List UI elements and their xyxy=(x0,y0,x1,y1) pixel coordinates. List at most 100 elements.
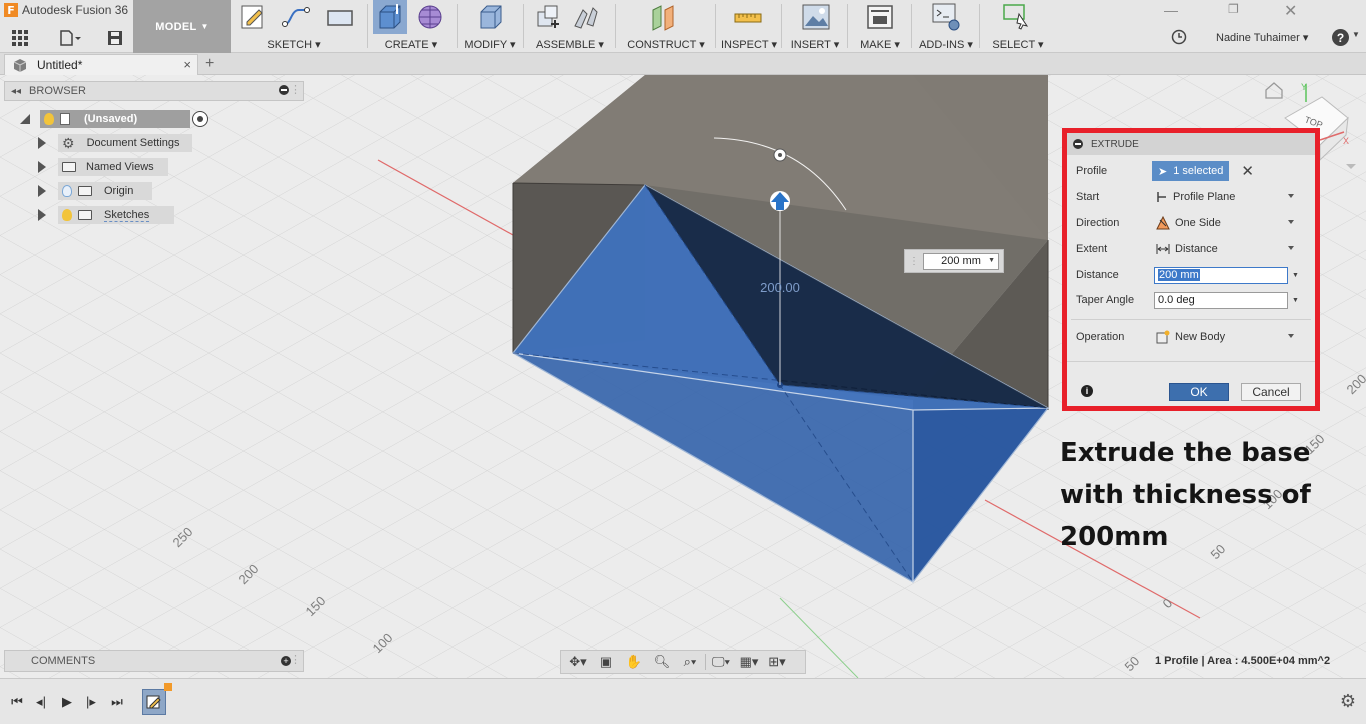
scripts-icon[interactable] xyxy=(931,2,961,32)
job-status-clock-icon[interactable] xyxy=(1171,29,1187,45)
press-pull-icon[interactable] xyxy=(475,2,505,32)
insert-image-icon[interactable] xyxy=(801,2,831,32)
make-group[interactable]: MAKE ▾ xyxy=(851,0,909,53)
tab-untitled[interactable]: Untitled* × xyxy=(4,54,198,75)
go-to-start-icon[interactable]: ⏮ xyxy=(8,693,26,711)
close-window-icon[interactable]: ✕ xyxy=(1284,1,1297,21)
construct-group[interactable]: CONSTRUCT ▾ xyxy=(619,0,713,53)
direction-dropdown[interactable]: One Side xyxy=(1152,213,1298,233)
save-icon[interactable] xyxy=(104,27,126,49)
chevron-down-icon[interactable]: ▼ xyxy=(988,257,995,264)
tree-item-sketches[interactable]: Sketches xyxy=(38,206,174,224)
select-menu[interactable]: SELECT ▾ xyxy=(983,38,1053,51)
tree-item-named-views[interactable]: Named Views xyxy=(38,158,168,176)
step-forward-icon[interactable]: |▸ xyxy=(82,693,100,711)
insert-group[interactable]: INSERT ▾ xyxy=(785,0,845,53)
extrude-dialog-header[interactable]: EXTRUDE xyxy=(1067,133,1315,155)
orbit-icon[interactable]: ✥▾ xyxy=(565,652,591,672)
step-back-icon[interactable]: ◂| xyxy=(32,693,50,711)
construct-menu[interactable]: CONSTRUCT ▾ xyxy=(619,38,713,51)
add-ins-group[interactable]: ADD-INS ▾ xyxy=(915,0,977,53)
tree-item-origin[interactable]: Origin xyxy=(38,182,152,200)
insert-menu[interactable]: INSERT ▾ xyxy=(785,38,845,51)
expand-icon[interactable] xyxy=(38,161,46,173)
root-component-chip[interactable]: (Unsaved) xyxy=(40,110,190,128)
ok-button[interactable]: OK xyxy=(1169,383,1229,401)
form-icon[interactable] xyxy=(415,2,445,32)
user-account-menu[interactable]: Nadine Tuhaimer ▾ xyxy=(1216,31,1308,44)
tree-item-root[interactable]: (Unsaved) xyxy=(20,110,208,128)
visibility-bulb-icon[interactable] xyxy=(62,209,72,221)
new-tab-icon[interactable]: + xyxy=(205,55,214,73)
modify-menu[interactable]: MODIFY ▾ xyxy=(459,38,521,51)
expand-icon[interactable] xyxy=(38,185,46,197)
named-views-chip[interactable]: Named Views xyxy=(58,158,168,176)
sketch-menu[interactable]: SKETCH ▾ xyxy=(231,38,357,51)
make-menu[interactable]: MAKE ▾ xyxy=(851,38,909,51)
extent-dropdown[interactable]: Distance xyxy=(1152,239,1298,259)
expand-open-icon[interactable] xyxy=(20,114,30,124)
tree-item-document-settings[interactable]: ⚙ Document Settings xyxy=(38,134,192,152)
data-panel-grid-icon[interactable] xyxy=(9,27,31,49)
display-settings-icon[interactable]: 🖵︎▾ xyxy=(708,652,734,672)
extrude-icon[interactable] xyxy=(375,2,405,32)
info-icon[interactable]: i xyxy=(1081,385,1093,397)
cancel-button[interactable]: Cancel xyxy=(1241,383,1301,401)
zoom-icon[interactable]: 🔍︎ xyxy=(649,652,675,672)
sketch-group[interactable]: SKETCH ▾ xyxy=(233,0,365,53)
joint-icon[interactable] xyxy=(571,2,601,32)
look-at-icon[interactable]: ▣ xyxy=(593,652,619,672)
expand-icon[interactable] xyxy=(38,137,46,149)
grid-settings-icon[interactable]: ▦▾ xyxy=(736,652,762,672)
drag-handle-icon[interactable]: ⋮ xyxy=(909,256,919,267)
viewports-icon[interactable]: ⊞▾ xyxy=(764,652,790,672)
activate-radio-icon[interactable] xyxy=(192,111,208,127)
visibility-bulb-off-icon[interactable] xyxy=(62,185,72,197)
browser-panel-header[interactable]: ◂◂ BROWSER ⋮ xyxy=(4,81,304,101)
minimize-icon[interactable]: — xyxy=(1164,2,1178,18)
restore-icon[interactable]: ❐ xyxy=(1228,2,1239,16)
start-dropdown[interactable]: Profile Plane xyxy=(1152,187,1298,207)
panel-grip-icon[interactable]: ⋮ xyxy=(290,653,301,666)
go-to-end-icon[interactable]: ⏭ xyxy=(108,693,126,711)
pan-hand-icon[interactable]: ✋ xyxy=(621,652,647,672)
create-menu[interactable]: CREATE ▾ xyxy=(369,38,453,51)
sketches-chip[interactable]: Sketches xyxy=(58,206,174,224)
comments-panel-header[interactable]: COMMENTS + ⋮ xyxy=(4,650,304,672)
create-group[interactable]: CREATE ▾ xyxy=(369,0,453,53)
close-tab-icon[interactable]: × xyxy=(183,57,191,72)
offset-plane-icon[interactable] xyxy=(649,2,679,32)
expand-icon[interactable] xyxy=(38,209,46,221)
timeline-sketch-feature[interactable] xyxy=(142,689,166,715)
collapse-dialog-icon[interactable] xyxy=(1073,139,1083,149)
inspect-group[interactable]: INSPECT ▾ xyxy=(719,0,779,53)
new-component-icon[interactable] xyxy=(533,2,563,32)
clear-selection-icon[interactable]: ✕ xyxy=(1241,162,1254,180)
document-settings-chip[interactable]: ⚙ Document Settings xyxy=(58,134,192,152)
floating-distance-input[interactable]: 200 mm ▼ xyxy=(923,252,999,270)
assemble-menu[interactable]: ASSEMBLE ▾ xyxy=(527,38,613,51)
workspace-switcher[interactable]: MODEL ▼ xyxy=(133,0,231,53)
measure-icon[interactable] xyxy=(733,2,763,32)
create-sketch-icon[interactable] xyxy=(239,2,269,32)
play-icon[interactable]: ▶ xyxy=(58,693,76,711)
visibility-bulb-icon[interactable] xyxy=(44,113,54,125)
modify-group[interactable]: MODIFY ▾ xyxy=(459,0,521,53)
operation-dropdown[interactable]: New Body xyxy=(1152,327,1298,347)
fit-zoom-icon[interactable]: ⌕▾ xyxy=(677,652,703,672)
chevron-down-icon[interactable]: ▼ xyxy=(1292,272,1299,279)
profile-selection-chip[interactable]: ➤ 1 selected xyxy=(1152,161,1230,181)
chevron-down-icon[interactable]: ▼ xyxy=(1292,297,1299,304)
distance-input[interactable]: 200 mm xyxy=(1154,266,1288,284)
origin-chip[interactable]: Origin xyxy=(58,182,152,200)
help-icon[interactable]: ? xyxy=(1332,29,1349,46)
inspect-menu[interactable]: INSPECT ▾ xyxy=(719,38,779,51)
add-ins-menu[interactable]: ADD-INS ▾ xyxy=(915,38,977,51)
panel-grip-icon[interactable]: ⋮ xyxy=(290,83,301,96)
file-menu-icon[interactable] xyxy=(56,27,84,49)
timeline-settings-gear-icon[interactable]: ⚙ xyxy=(1340,691,1356,712)
select-icon[interactable] xyxy=(1001,2,1031,32)
3d-print-icon[interactable] xyxy=(865,2,895,32)
browser-minimize-icon[interactable] xyxy=(279,85,289,95)
collapse-browser-icon[interactable]: ◂◂ xyxy=(11,86,21,97)
